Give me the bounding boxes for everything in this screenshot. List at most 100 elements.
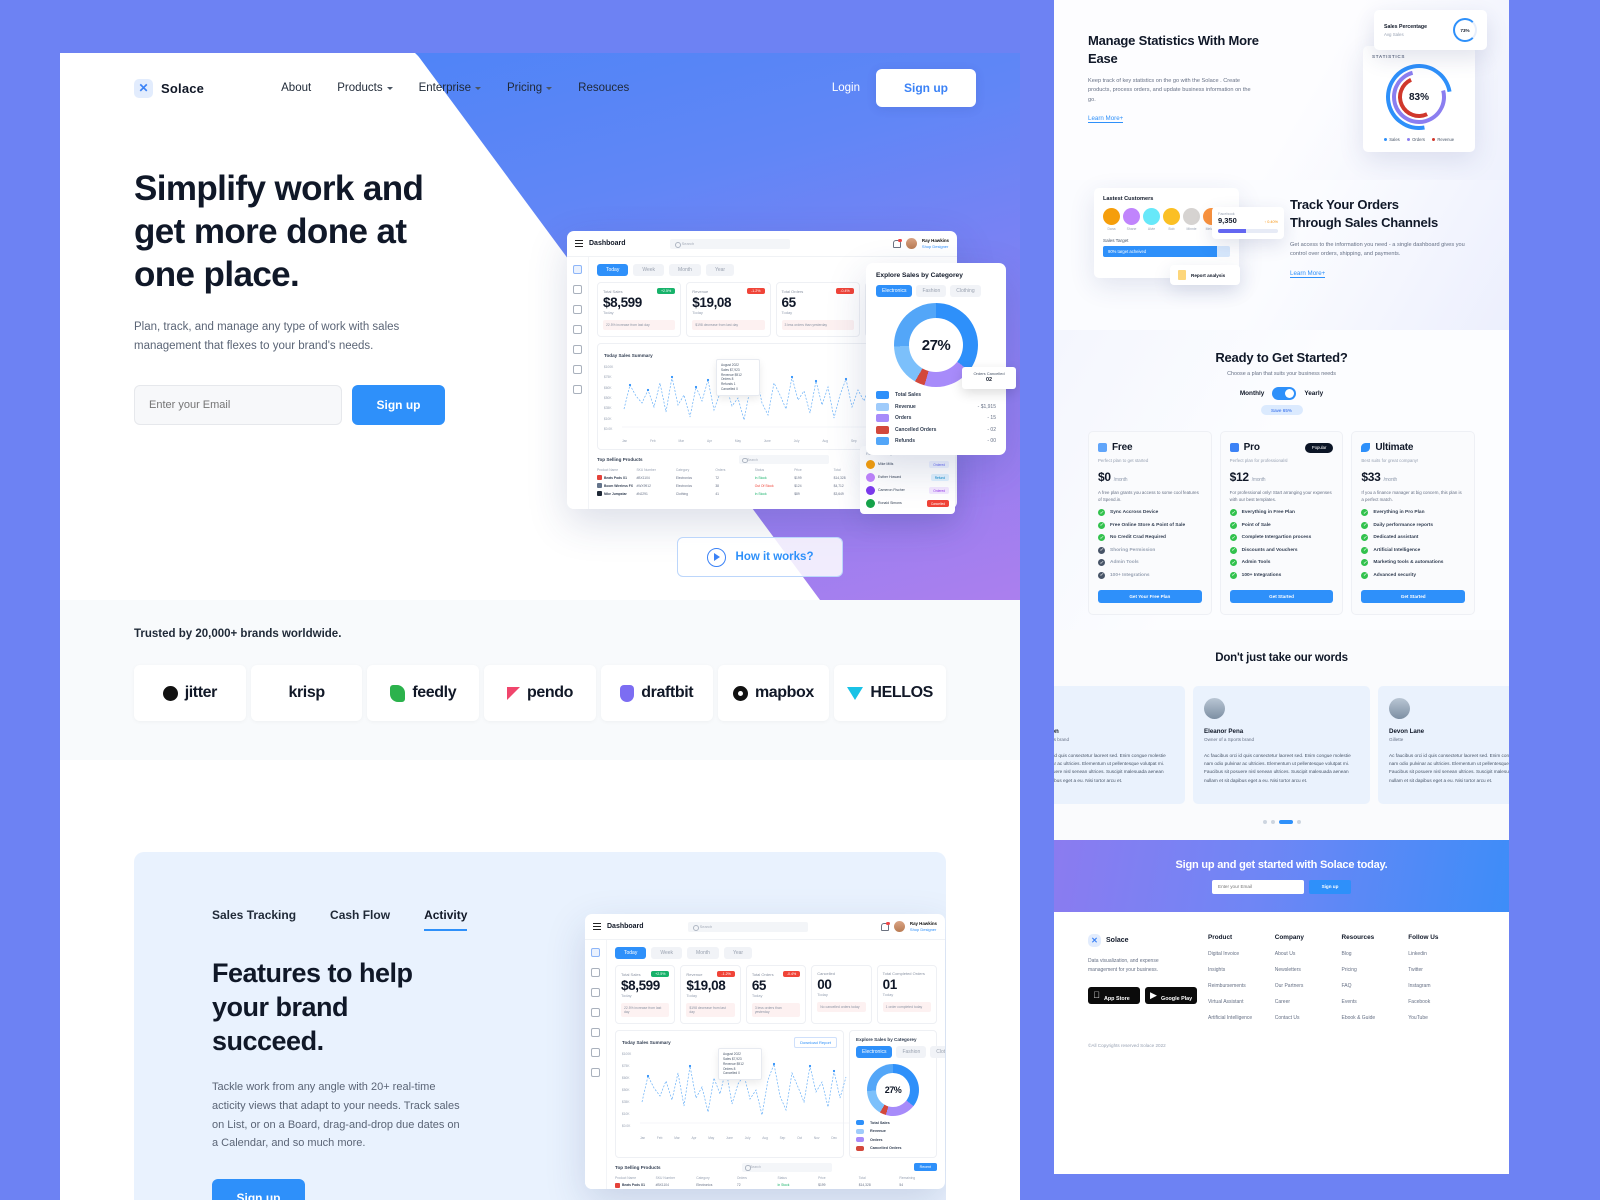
chip-year[interactable]: Year	[723, 947, 753, 959]
signup-button-hero[interactable]: Sign up	[352, 384, 445, 425]
footer-link[interactable]: Twitter	[1408, 967, 1475, 973]
footer-link[interactable]: Our Partners	[1275, 983, 1342, 989]
avatar	[1389, 698, 1410, 719]
check-icon: ✓	[1229, 509, 1237, 517]
sidebar-item-bag[interactable]	[573, 285, 582, 294]
sidebar-item-settings[interactable]	[591, 1068, 600, 1077]
cta-signup-button[interactable]: Sign up	[1309, 879, 1351, 894]
plan-cta-ultimate[interactable]: Get Started	[1361, 589, 1466, 603]
sidebar-item-history[interactable]	[573, 365, 582, 374]
tab-activity[interactable]: Activity	[424, 908, 468, 931]
menu-icon[interactable]	[593, 922, 601, 931]
footer-link[interactable]: Contact Us	[1275, 1015, 1342, 1021]
cell-category: Electronics	[675, 483, 692, 488]
chip-clothing[interactable]: Clothing	[950, 285, 981, 297]
sidebar-item-bag[interactable]	[591, 968, 600, 977]
footer-link[interactable]: Newsletters	[1275, 967, 1342, 973]
signup-button-nav[interactable]: Sign up	[876, 69, 976, 107]
chip-today[interactable]: Today	[597, 264, 629, 276]
menu-icon[interactable]	[575, 239, 583, 248]
chip-year[interactable]: Year	[705, 264, 735, 276]
nav-item-products[interactable]: Products	[337, 82, 393, 94]
footer-link[interactable]: Pricing	[1342, 967, 1409, 973]
sidebar-item-history[interactable]	[591, 1048, 600, 1057]
dashboard-account[interactable]: Ray Hawkins Shop Designer	[880, 921, 937, 932]
cta-email-field[interactable]	[1212, 879, 1304, 894]
chip-week[interactable]: Week	[633, 264, 665, 276]
chip-electronics[interactable]: Electronics	[856, 1046, 893, 1059]
footer-link[interactable]: Virtual Assistant	[1208, 999, 1275, 1005]
bell-icon[interactable]	[880, 921, 890, 931]
nav-item-pricing[interactable]: Pricing	[507, 82, 553, 94]
billing-toggle[interactable]	[1272, 387, 1297, 400]
brand-logo[interactable]: ✕ Solace	[134, 78, 204, 98]
legend-value: - $1,915	[977, 403, 996, 410]
features-signup-button[interactable]: Sign up	[212, 1179, 305, 1200]
nav-item-enterprise[interactable]: Enterprise	[419, 82, 481, 94]
footer-link[interactable]: FAQ	[1342, 983, 1409, 989]
nav-item-about[interactable]: About	[281, 82, 311, 94]
chip-fashion[interactable]: Fashion	[916, 285, 947, 297]
carousel-dot-active[interactable]	[1278, 820, 1293, 824]
chip-week[interactable]: Week	[651, 947, 683, 959]
chip-today[interactable]: Today	[615, 947, 647, 959]
footer-link[interactable]: Insights	[1208, 967, 1275, 973]
login-link[interactable]: Login	[832, 82, 860, 94]
stat-label: Total Orders	[781, 288, 804, 294]
footer-link[interactable]: Ebook & Guide	[1342, 1015, 1409, 1021]
report-analysis-card[interactable]: Report analysis	[1170, 265, 1240, 285]
carousel-dot[interactable]	[1270, 820, 1275, 824]
table-search-input[interactable]: Search	[739, 455, 830, 465]
orders-learn-more-link[interactable]: Learn More+	[1290, 270, 1326, 278]
tooltip-label: Cancelled	[721, 387, 736, 392]
chip-electronics[interactable]: Electronics	[876, 285, 913, 297]
chip-month[interactable]: Month	[669, 264, 701, 276]
carousel-dot[interactable]	[1296, 820, 1301, 824]
email-field[interactable]	[134, 384, 342, 425]
dashboard-search-input[interactable]: Search	[669, 238, 790, 249]
dashboard-account[interactable]: Ray Hawkins Shop Designer	[892, 238, 949, 249]
carousel-dot[interactable]	[1262, 820, 1267, 824]
sidebar-item-customers[interactable]	[591, 1008, 600, 1017]
sidebar-item-settings[interactable]	[573, 385, 582, 394]
google-play-button[interactable]: ▶ GET IT ON Google Play	[1145, 983, 1197, 1004]
app-store-button[interactable]:  Available on the App Store	[1088, 983, 1140, 1004]
chip-month[interactable]: Month	[687, 947, 719, 959]
stat-note: 22.5% increase from last day	[603, 320, 676, 331]
sidebar-item-overview[interactable]	[591, 948, 600, 957]
footer-link[interactable]: Blog	[1342, 951, 1409, 957]
footer-link[interactable]: Reimbursements	[1208, 983, 1275, 989]
footer-link[interactable]: Events	[1342, 999, 1409, 1005]
table-filter-button[interactable]: Recent	[913, 1163, 937, 1172]
plan-card-free: Free Perfect plan to get started $0/mont…	[1088, 431, 1212, 615]
statistics-learn-more-link[interactable]: Learn More+	[1088, 115, 1124, 123]
sidebar-item-customers[interactable]	[573, 325, 582, 334]
footer-link[interactable]: Career	[1275, 999, 1342, 1005]
sidebar-item-orders[interactable]	[591, 988, 600, 997]
sidebar-item-orders[interactable]	[573, 305, 582, 314]
chip-clothing[interactable]: Clothing	[930, 1046, 945, 1059]
plan-cta-free[interactable]: Get Your Free Plan	[1098, 589, 1202, 603]
chip-fashion[interactable]: Fashion	[896, 1046, 927, 1059]
tab-sales-tracking[interactable]: Sales Tracking	[212, 908, 296, 931]
footer-link[interactable]: About Us	[1275, 951, 1342, 957]
footer-link[interactable]: Facebook	[1408, 999, 1475, 1005]
tab-cash-flow[interactable]: Cash Flow	[330, 908, 390, 931]
footer-link[interactable]: Artificial Intelligence	[1208, 1015, 1275, 1021]
dashboard-search-input[interactable]: Search	[687, 921, 808, 932]
sidebar-item-reports[interactable]	[591, 1028, 600, 1037]
footer-link[interactable]: Digital Invoice	[1208, 951, 1275, 957]
footer-logo[interactable]: ✕ Solace	[1088, 934, 1208, 947]
plan-cta-pro[interactable]: Get Started	[1229, 589, 1334, 603]
nav-item-resources[interactable]: Resouces	[578, 82, 629, 94]
table-search-input[interactable]: Search	[742, 1162, 833, 1172]
sidebar-item-reports[interactable]	[573, 345, 582, 354]
sidebar-item-overview[interactable]	[573, 265, 582, 274]
how-it-works-button[interactable]: How it works?	[677, 537, 843, 577]
download-report-button[interactable]: Download Report	[794, 1037, 837, 1049]
footer-link[interactable]: Instagram	[1408, 983, 1475, 989]
product-name: Nike Jumpstar	[604, 491, 627, 496]
footer-link[interactable]: Linkedin	[1408, 951, 1475, 957]
footer-link[interactable]: YouTube	[1408, 1015, 1475, 1021]
bell-icon[interactable]	[892, 238, 902, 248]
